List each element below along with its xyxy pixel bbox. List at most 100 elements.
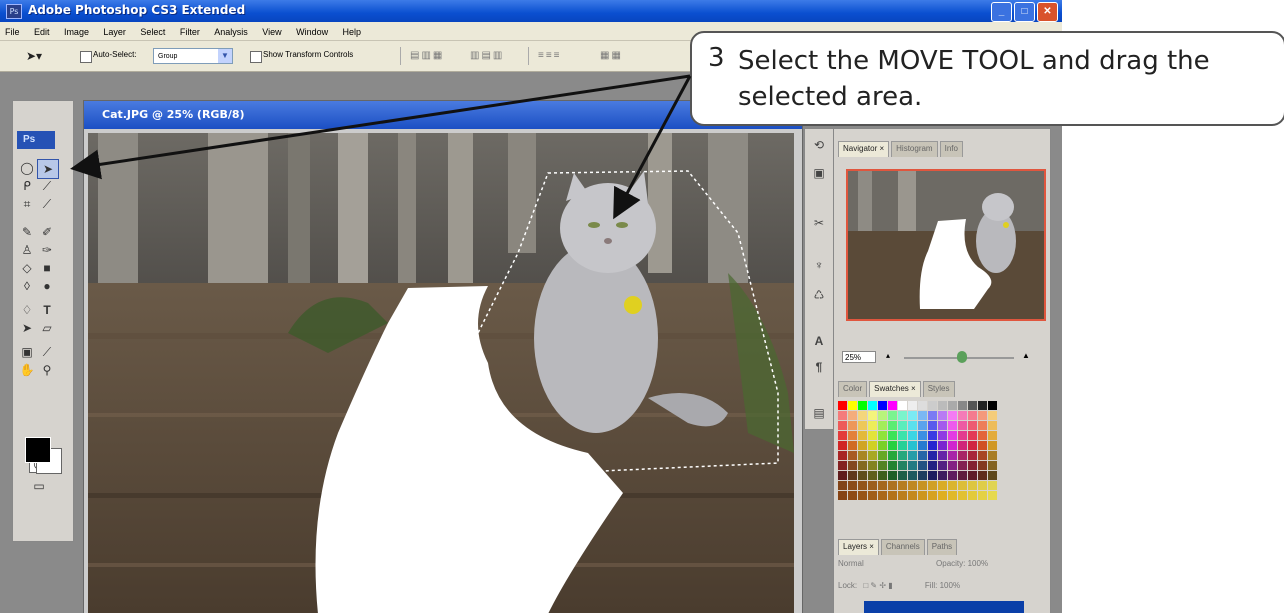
swatch[interactable] [948,421,957,430]
move-tool-preset-icon[interactable]: ➤▾ [26,49,42,63]
swatch[interactable] [888,431,897,440]
move-tool-icon[interactable]: ➤ [37,159,59,179]
swatch[interactable] [878,481,887,490]
swatch[interactable] [988,401,997,410]
swatch[interactable] [918,431,927,440]
eraser-tool-icon[interactable]: ◇ [17,259,37,277]
swatch[interactable] [968,421,977,430]
tab-color[interactable]: Color [838,381,868,397]
paragraph-panel-icon[interactable]: ¶ [811,359,827,375]
swatch[interactable] [978,421,987,430]
menu-window[interactable]: Window [291,24,333,37]
swatch[interactable] [848,421,857,430]
swatch[interactable] [958,491,967,500]
swatch[interactable] [978,461,987,470]
screen-mode-icon[interactable]: ▭ [29,477,49,495]
swatch[interactable] [858,481,867,490]
type-tool-icon[interactable]: T [37,301,57,319]
eyedropper-tool-icon[interactable]: ⟋ [37,343,57,361]
swatch[interactable] [938,411,947,420]
swatch[interactable] [908,441,917,450]
swatch[interactable] [838,491,847,500]
swatch[interactable] [968,491,977,500]
swatch[interactable] [988,421,997,430]
swatch[interactable] [988,491,997,500]
swatch[interactable] [848,451,857,460]
swatch[interactable] [838,451,847,460]
swatch[interactable] [868,401,877,410]
blend-mode-select[interactable]: Normal [838,559,864,568]
swatch[interactable] [928,471,937,480]
swatch[interactable] [958,421,967,430]
swatch[interactable] [988,431,997,440]
swatch[interactable] [918,471,927,480]
swatch[interactable] [918,441,927,450]
swatch[interactable] [858,441,867,450]
zoom-out-icon[interactable]: ▴ [886,351,890,360]
swatch[interactable] [928,441,937,450]
swatch[interactable] [848,481,857,490]
swatch[interactable] [948,461,957,470]
swatch[interactable] [928,421,937,430]
swatch[interactable] [918,401,927,410]
swatch[interactable] [978,401,987,410]
swatch[interactable] [958,441,967,450]
marquee-tool-icon[interactable]: ◯ [17,159,37,177]
lock-icons[interactable]: □ ✎ ✢ ▮ [863,581,892,590]
lasso-tool-icon[interactable]: ᑭ [17,177,37,195]
zoom-field[interactable]: 25% [842,351,876,363]
image-canvas[interactable] [88,133,794,613]
swatch[interactable] [898,481,907,490]
swatch[interactable] [968,451,977,460]
swatch[interactable] [898,471,907,480]
swatch[interactable] [948,441,957,450]
tab-navigator[interactable]: Navigator × [838,141,890,157]
swatch[interactable] [878,471,887,480]
swatch[interactable] [978,491,987,500]
swatch[interactable] [868,481,877,490]
swatch[interactable] [968,481,977,490]
swatch[interactable] [918,451,927,460]
swatch[interactable] [938,451,947,460]
swatch[interactable] [908,411,917,420]
swatch[interactable] [858,491,867,500]
menu-select[interactable]: Select [135,24,170,37]
tab-histogram[interactable]: Histogram [891,141,938,157]
menu-file[interactable]: File [0,24,25,37]
tool-presets-icon[interactable]: ✂ [811,215,827,231]
swatch[interactable] [978,451,987,460]
slice-tool-icon[interactable]: ⟋ [37,195,57,213]
swatch[interactable] [978,411,987,420]
swatch[interactable] [878,431,887,440]
swatch[interactable] [958,451,967,460]
swatch[interactable] [868,471,877,480]
swatch[interactable] [858,411,867,420]
layer-comps-icon[interactable]: ▤ [811,405,827,421]
swatch[interactable] [938,481,947,490]
swatch[interactable] [888,491,897,500]
swatch[interactable] [908,451,917,460]
brushes-panel-icon[interactable]: ♆ [811,257,827,273]
swatch[interactable] [988,411,997,420]
zoom-tool-icon[interactable]: ⚲ [37,361,57,379]
swatch[interactable] [948,431,957,440]
notes-tool-icon[interactable]: ▣ [17,343,37,361]
swatch[interactable] [858,421,867,430]
swatch[interactable] [878,411,887,420]
swatch[interactable] [858,461,867,470]
maximize-button[interactable]: □ [1014,2,1035,22]
swatch[interactable] [898,461,907,470]
history-panel-icon[interactable]: ⟲ [811,137,827,153]
swatch[interactable] [868,431,877,440]
swatch[interactable] [928,481,937,490]
swatch[interactable] [838,401,847,410]
zoom-slider-handle[interactable] [957,351,967,363]
swatch[interactable] [938,461,947,470]
swatch[interactable] [878,461,887,470]
show-transform-checkbox[interactable] [250,51,262,63]
swatch[interactable] [928,451,937,460]
swatch-grid[interactable] [838,401,1044,505]
swatch[interactable] [868,461,877,470]
swatch[interactable] [848,401,857,410]
tab-styles[interactable]: Styles [922,381,955,397]
